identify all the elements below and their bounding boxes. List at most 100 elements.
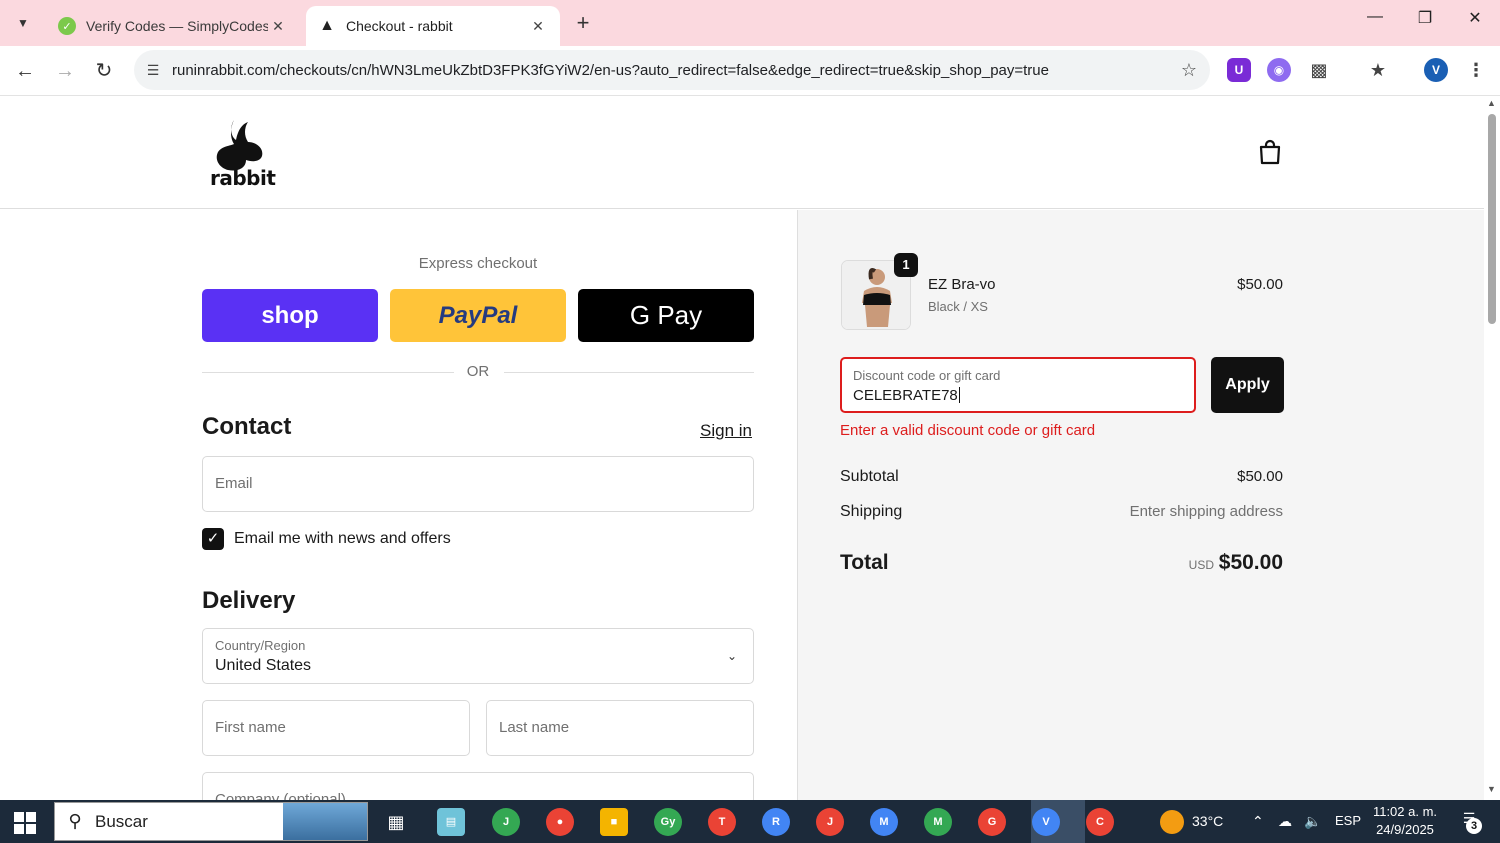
forward-icon[interactable]: →: [52, 58, 78, 84]
tray-chevron-up-icon[interactable]: ⌃: [1252, 813, 1264, 830]
clock-date: 24/9/2025: [1376, 822, 1434, 837]
last-name-placeholder: Last name: [499, 719, 570, 736]
first-name-placeholder: First name: [215, 719, 286, 736]
email-input[interactable]: Email: [202, 456, 754, 512]
url-text: runinrabbit.com/checkouts/cn/hWN3LmeUkZb…: [172, 61, 1049, 79]
total-label: Total: [840, 551, 889, 574]
checkout-form: Express checkout shop PayPal G Pay OR Co…: [0, 210, 797, 812]
site-header: rabbit: [0, 96, 1484, 209]
browser-menu-icon[interactable]: ⋮: [1464, 58, 1488, 82]
email-placeholder: Email: [215, 475, 253, 492]
first-name-input[interactable]: First name: [202, 700, 470, 756]
country-label: Country/Region: [215, 638, 306, 653]
discount-code-input[interactable]: Discount code or gift card CELEBRATE78: [840, 357, 1196, 413]
chrome-profile-g-icon[interactable]: G: [978, 808, 1006, 836]
minimize-icon[interactable]: —: [1360, 8, 1390, 26]
divider: [504, 372, 754, 373]
task-view-icon[interactable]: ▦: [382, 808, 410, 836]
site-info-icon[interactable]: ☰: [142, 62, 164, 79]
scroll-down-icon[interactable]: ▼: [1487, 784, 1496, 794]
weather-sun-icon[interactable]: [1160, 810, 1184, 834]
extensions-puzzle-icon[interactable]: ▩: [1307, 58, 1331, 82]
shipping-label: Shipping: [840, 503, 903, 520]
discount-label: Discount code or gift card: [853, 368, 1001, 383]
bookmark-star-icon[interactable]: ☆: [1174, 60, 1204, 81]
chrome-profile-m-icon[interactable]: M: [870, 808, 898, 836]
chrome-profile-r-icon[interactable]: R: [762, 808, 790, 836]
taskbar-clock[interactable]: 11:02 a. m. 24/9/2025: [1372, 803, 1438, 839]
apply-discount-button[interactable]: Apply: [1211, 357, 1284, 413]
total-currency: USD: [1188, 558, 1214, 572]
tab-simplycodes[interactable]: ✓ Verify Codes — SimplyCodes ✕: [46, 6, 300, 46]
browser-toolbar: ← → ↻ ☰ runinrabbit.com/checkouts/cn/hWN…: [0, 46, 1500, 96]
country-select[interactable]: Country/Region United States ⌄: [202, 628, 754, 684]
profile-avatar[interactable]: V: [1424, 58, 1448, 82]
chrome-profile-gy-icon[interactable]: Gy: [654, 808, 682, 836]
restore-icon[interactable]: ❐: [1410, 8, 1440, 28]
close-tab-icon[interactable]: ✕: [268, 18, 288, 35]
product-name: EZ Bra-vo: [928, 276, 996, 293]
chrome-icon[interactable]: ●: [546, 808, 574, 836]
browser-tab-bar: ▼ ✓ Verify Codes — SimplyCodes ✕ ▲ Check…: [0, 0, 1500, 46]
express-checkout-label: Express checkout: [418, 255, 538, 272]
simplycodes-favicon-icon: ✓: [58, 17, 76, 35]
total-value: $50.00: [1218, 551, 1283, 574]
newsletter-checkbox[interactable]: ✓: [202, 528, 224, 550]
shopping-bag-icon[interactable]: [1256, 138, 1284, 166]
tab-checkout-rabbit[interactable]: ▲ Checkout - rabbit ✕: [306, 6, 560, 46]
discount-error-message: Enter a valid discount code or gift card: [840, 422, 1096, 439]
reload-icon[interactable]: ↻: [91, 58, 117, 84]
subtotal-label: Subtotal: [840, 468, 899, 485]
subtotal-value: $50.00: [1237, 468, 1283, 485]
language-indicator[interactable]: ESP: [1335, 813, 1361, 828]
google-pay-button[interactable]: G Pay: [578, 289, 754, 342]
address-bar[interactable]: ☰ runinrabbit.com/checkouts/cn/hWN3LmeUk…: [134, 50, 1210, 90]
product-price: $50.00: [1237, 276, 1283, 293]
tab-title: Checkout - rabbit: [346, 18, 453, 34]
app-icon[interactable]: ▤: [437, 808, 465, 836]
contact-heading: Contact: [202, 413, 292, 440]
weather-temperature[interactable]: 33°C: [1192, 813, 1223, 829]
chrome-profile-v-icon[interactable]: V: [1032, 808, 1060, 836]
taskbar-search-box[interactable]: ⚲ Buscar: [54, 802, 368, 841]
chrome-profile-c-icon[interactable]: C: [1086, 808, 1114, 836]
delivery-heading: Delivery: [202, 587, 296, 614]
shipping-value: Enter shipping address: [1129, 503, 1283, 520]
back-icon[interactable]: ←: [12, 58, 38, 84]
paypal-button[interactable]: PayPal: [390, 289, 566, 342]
close-tab-icon[interactable]: ✕: [528, 18, 548, 35]
file-explorer-icon[interactable]: ■: [600, 808, 628, 836]
chrome-profile-t-icon[interactable]: T: [708, 808, 736, 836]
shop-pay-button[interactable]: shop: [202, 289, 378, 342]
volume-muted-icon[interactable]: 🔈: [1304, 813, 1321, 830]
tab-search-icon[interactable]: ▼: [10, 10, 36, 36]
sign-in-link[interactable]: Sign in: [700, 421, 752, 441]
notification-count-badge: 3: [1466, 818, 1482, 834]
extension-simplycodes-icon[interactable]: ◉: [1267, 58, 1291, 82]
quantity-badge: 1: [894, 253, 918, 277]
favorites-icon[interactable]: ★: [1366, 58, 1390, 82]
chevron-down-icon: ⌄: [726, 649, 737, 663]
logo-text: rabbit: [210, 166, 276, 190]
search-highlight-image: [283, 803, 367, 840]
taskbar-search-text: Buscar: [95, 811, 148, 831]
chrome-profile-j-icon[interactable]: J: [492, 808, 520, 836]
windows-start-icon[interactable]: [14, 812, 36, 834]
discount-value: CELEBRATE78: [853, 387, 960, 404]
close-window-icon[interactable]: ✕: [1460, 8, 1490, 28]
new-tab-icon[interactable]: +: [570, 10, 596, 36]
divider: [202, 372, 454, 373]
onedrive-cloud-icon[interactable]: ☁: [1278, 813, 1292, 830]
chrome-profile-m2-icon[interactable]: M: [924, 808, 952, 836]
product-variant: Black / XS: [928, 299, 988, 314]
last-name-input[interactable]: Last name: [486, 700, 754, 756]
page-scrollbar[interactable]: ▲ ▼: [1484, 96, 1500, 800]
scrollbar-thumb[interactable]: [1488, 114, 1496, 324]
chrome-profile-j2-icon[interactable]: J: [816, 808, 844, 836]
rabbit-favicon-icon: ▲: [319, 17, 335, 34]
newsletter-label: Email me with news and offers: [234, 530, 451, 547]
extension-shield-icon[interactable]: U: [1227, 58, 1251, 82]
windows-taskbar: ⚲ Buscar ▦ ▤ J ● ■ Gy T R J M M G V C 33…: [0, 800, 1500, 843]
tab-title: Verify Codes — SimplyCodes: [86, 18, 268, 34]
scroll-up-icon[interactable]: ▲: [1487, 98, 1496, 108]
